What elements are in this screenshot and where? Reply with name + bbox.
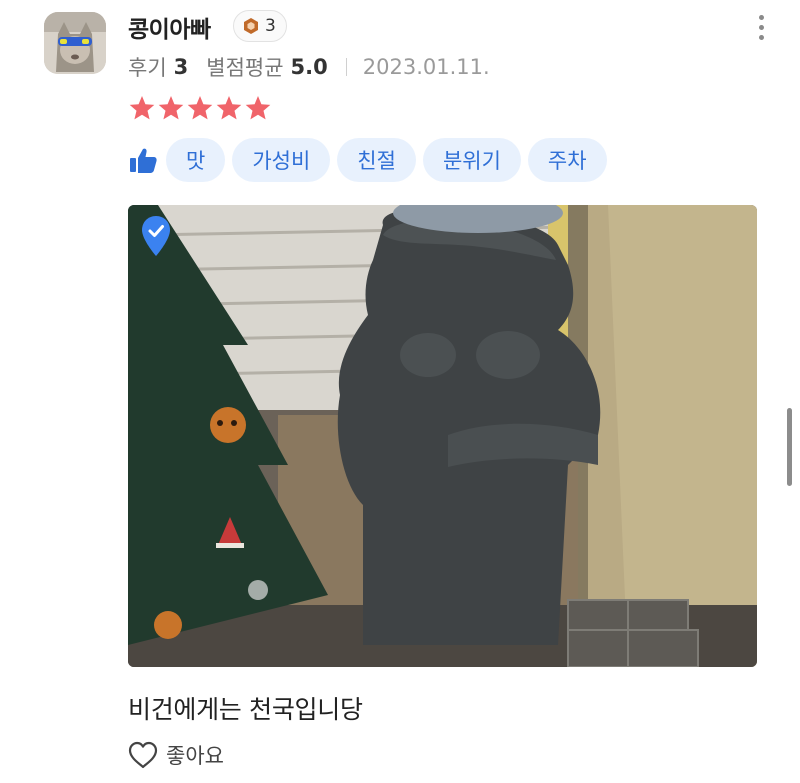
star-icon bbox=[187, 96, 213, 120]
level-badge: 3 bbox=[233, 10, 287, 42]
star-icon bbox=[216, 96, 242, 120]
tag-kindness[interactable]: 친절 bbox=[337, 138, 416, 182]
tag-value[interactable]: 가성비 bbox=[232, 138, 331, 182]
dot-icon bbox=[758, 34, 764, 40]
tags-row: 맛 가성비 친절 분위기 주차 bbox=[128, 138, 614, 182]
tag-taste[interactable]: 맛 bbox=[166, 138, 226, 182]
like-label: 좋아요 bbox=[166, 744, 224, 768]
heart-icon bbox=[128, 741, 158, 769]
user-avatar[interactable] bbox=[44, 12, 106, 74]
rating-avg-value: 5.0 bbox=[290, 55, 328, 79]
review-meta: 후기 3 별점평균 5.0 2023.01.11. bbox=[128, 52, 490, 82]
review-text: 비건에게는 천국입니당 bbox=[128, 695, 363, 724]
star-icon bbox=[245, 96, 271, 120]
like-button[interactable]: 좋아요 bbox=[128, 740, 224, 770]
review-count: 3 bbox=[173, 55, 189, 79]
scrollbar[interactable] bbox=[787, 408, 792, 486]
thumbs-up-icon bbox=[130, 148, 157, 173]
meta-divider bbox=[345, 58, 347, 76]
review-photo[interactable] bbox=[128, 205, 757, 667]
rating-avg-label: 별점평균 bbox=[206, 56, 284, 80]
dot-icon bbox=[758, 14, 764, 20]
dot-icon bbox=[758, 24, 764, 30]
rating-stars bbox=[128, 94, 272, 122]
star-icon bbox=[129, 96, 155, 120]
tag-parking[interactable]: 주차 bbox=[527, 138, 607, 182]
review-date: 2023.01.11. bbox=[362, 55, 490, 79]
review-count-label: 후기 bbox=[128, 56, 167, 80]
level-hexagon-icon bbox=[244, 18, 258, 34]
username[interactable]: 콩이아빠 bbox=[128, 10, 211, 44]
tag-atmosphere[interactable]: 분위기 bbox=[422, 138, 521, 182]
more-options-button[interactable] bbox=[748, 8, 774, 46]
verified-pin-icon bbox=[142, 216, 170, 256]
level-number: 3 bbox=[265, 16, 276, 36]
star-icon bbox=[158, 96, 184, 120]
